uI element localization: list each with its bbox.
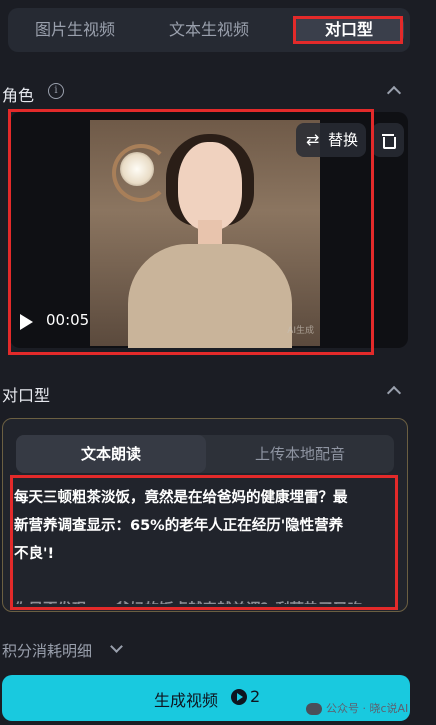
delete-button[interactable]	[372, 123, 404, 157]
collapse-lip-icon[interactable]	[386, 385, 402, 401]
avatar-video-frame: AI生成	[90, 120, 320, 348]
trash-icon-lid	[382, 134, 394, 136]
footer-watermark: 公众号 · 晓c说AI	[306, 700, 408, 716]
script-line: 新营养调查显示：65%的老年人正在经历'隐性营养	[14, 518, 344, 534]
collapse-role-icon[interactable]	[386, 85, 402, 101]
video-time: 00:05	[46, 311, 90, 329]
lip-sub-tabs: 文本朗读 上传本地配音	[16, 435, 394, 473]
chevron-down-icon[interactable]	[110, 640, 123, 653]
lamp-light	[120, 152, 154, 186]
tab-image-to-video[interactable]: 图片生视频	[8, 8, 142, 52]
swap-icon: ⇄	[306, 130, 320, 149]
script-line: 不良'!	[14, 546, 55, 562]
generate-label: 生成视频	[154, 691, 219, 710]
video-watermark: AI生成	[287, 326, 314, 336]
avatar-body	[128, 244, 292, 348]
replace-label: 替换	[328, 131, 359, 149]
script-line: 你是否发现……爸妈的饭桌越来越单调？剩菜热了又吃	[14, 596, 394, 604]
tab-text-reading[interactable]: 文本朗读	[16, 435, 206, 473]
mode-tabs: 图片生视频 文本生视频 对口型	[8, 8, 410, 52]
role-title: 角色	[2, 86, 35, 105]
replace-button[interactable]: ⇄ 替换	[296, 123, 366, 157]
info-icon[interactable]: i	[48, 83, 64, 99]
lip-sync-title: 对口型	[2, 386, 51, 405]
trash-icon	[383, 137, 396, 149]
role-video-player[interactable]: AI生成 00:05 ⇄ 替换	[10, 112, 408, 348]
tab-upload-dubbing[interactable]: 上传本地配音	[206, 435, 394, 473]
tab-text-to-video[interactable]: 文本生视频	[142, 8, 276, 52]
generate-cost: 2	[250, 687, 261, 706]
script-textarea[interactable]: 每天三顿粗茶淡饭，竟然是在给爸妈的健康埋雷？最 新营养调查显示：65%的老年人正…	[14, 484, 394, 604]
points-icon	[231, 689, 247, 705]
play-icon[interactable]	[20, 314, 33, 330]
wechat-icon	[306, 703, 322, 715]
script-line	[14, 568, 394, 596]
points-detail-toggle[interactable]: 积分消耗明细	[2, 640, 92, 661]
footer-watermark-text: 公众号 · 晓c说AI	[326, 702, 409, 715]
avatar-face	[178, 142, 242, 230]
tab-lip-sync[interactable]: 对口型	[294, 18, 404, 42]
script-line: 每天三顿粗茶淡饭，竟然是在给爸妈的健康埋雷？最	[14, 490, 348, 506]
